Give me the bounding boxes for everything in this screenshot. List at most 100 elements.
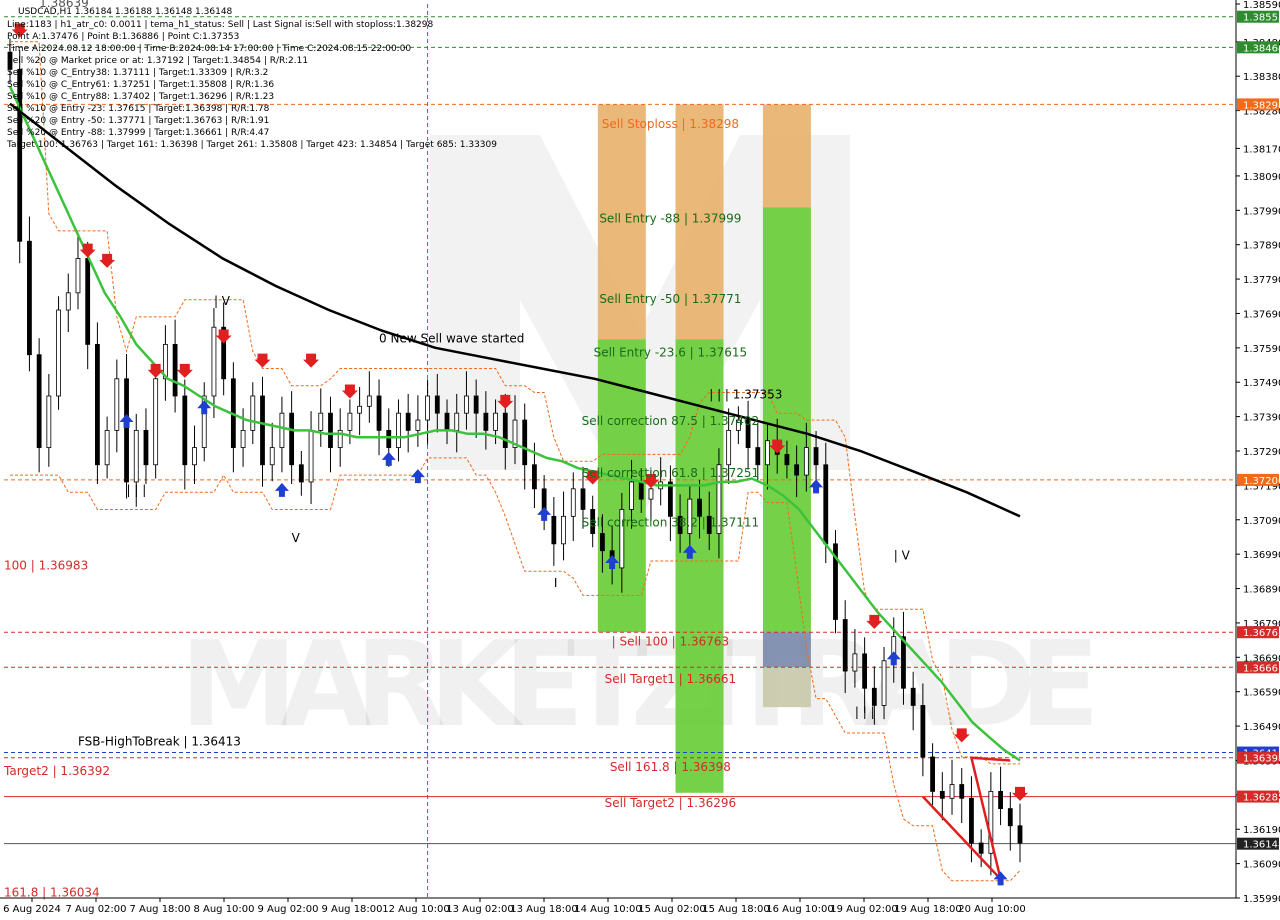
candle-body-24 <box>240 429 246 448</box>
time-tick-label-13: 19 Aug 02:00 <box>830 904 897 915</box>
candle-body-48 <box>473 395 479 414</box>
candle-body-59 <box>580 488 586 510</box>
price-tick-label-2: 1.38380 <box>1243 72 1280 83</box>
price-badge-label-8: 1.36285 <box>1243 793 1280 804</box>
time-tick-label-1: 7 Aug 02:00 <box>65 904 126 915</box>
candle-body-36 <box>357 405 363 414</box>
candle-body-86 <box>842 619 848 672</box>
candle-body-87 <box>852 653 858 672</box>
candle-body-95 <box>930 756 935 792</box>
candle-body-9 <box>95 344 100 466</box>
level-label-21: I <box>554 576 558 590</box>
candle-body-28 <box>279 412 285 448</box>
price-tick-label-6: 1.37990 <box>1243 206 1280 217</box>
candle-body-7 <box>75 258 81 294</box>
candle-body-71 <box>697 498 702 517</box>
candle-body-39 <box>386 429 392 448</box>
price-tick-label-11: 1.37490 <box>1243 378 1280 389</box>
chart-canvas: MARKETZITRADE Sell Stoploss | 1.38298Sel… <box>0 0 1280 920</box>
price-badge-label-1: 1.38464 <box>1243 43 1280 54</box>
price-axis: 1.385901.384801.383801.382801.381701.380… <box>1235 0 1280 920</box>
candle-body-18 <box>182 395 188 466</box>
level-label-8: Sell Target1 | 1.36661 <box>605 672 737 686</box>
candle-body-12 <box>124 378 129 483</box>
info-line-5: Sell %10 @ C_Entry61: 1.37251 | Target:1… <box>7 80 274 90</box>
candle-body-32 <box>318 412 324 431</box>
candle-body-19 <box>192 447 197 466</box>
candle-body-53 <box>522 419 528 466</box>
candle-body-68 <box>667 481 673 517</box>
candle-body-3 <box>36 354 42 448</box>
price-tick-label-25: 1.36090 <box>1243 860 1280 871</box>
candle-body-103 <box>1007 808 1013 827</box>
info-line-3: Sell %20 @ Market price or at: 1.37192 |… <box>7 56 308 66</box>
zone-bar-5 <box>762 104 811 208</box>
price-badge-label-9: 1.36148 <box>1243 840 1280 851</box>
price-badge-label-2: 1.38298 <box>1243 100 1280 111</box>
candle-body-13 <box>133 429 139 483</box>
candle-body-102 <box>998 791 1003 810</box>
price-tick-label-17: 1.36890 <box>1243 585 1280 596</box>
candle-body-42 <box>415 419 421 431</box>
candle-body-47 <box>464 395 469 414</box>
candle-body-30 <box>298 464 304 483</box>
candle-body-15 <box>153 378 159 466</box>
price-tick-label-5: 1.38090 <box>1243 172 1280 183</box>
time-tick-label-15: 20 Aug 10:00 <box>958 904 1025 915</box>
level-label-23: | | | <box>855 705 875 719</box>
candle-body-17 <box>172 344 178 397</box>
candle-body-94 <box>920 705 926 758</box>
level-label-20: V <box>292 531 301 545</box>
price-tick-label-20: 1.36590 <box>1243 688 1280 699</box>
price-tick-label-12: 1.37390 <box>1243 413 1280 424</box>
time-tick-label-6: 12 Aug 10:00 <box>382 904 449 915</box>
level-label-6: Sell correction 38.2 | 1.37111 <box>582 516 760 530</box>
candle-body-57 <box>561 515 566 545</box>
info-line-7: Sell %10 @ Entry -23: 1.37615 | Target:1… <box>7 104 270 114</box>
price-badge-label-7: 1.36398 <box>1243 754 1280 765</box>
candle-body-40 <box>396 412 401 448</box>
price-tick-label-26: 1.35990 <box>1243 894 1280 905</box>
candle-body-50 <box>493 412 498 431</box>
candle-body-37 <box>366 395 372 407</box>
info-line-6: Sell %10 @ C_Entry88: 1.37402 | Target:1… <box>7 92 274 102</box>
candle-body-78 <box>765 440 770 466</box>
candle-body-58 <box>570 488 576 517</box>
candle-body-10 <box>104 429 110 466</box>
time-tick-label-11: 15 Aug 18:00 <box>702 904 769 915</box>
level-label-9: Sell 161.8 | 1.36398 <box>610 760 731 774</box>
candle-body-49 <box>483 412 489 431</box>
time-tick-label-12: 16 Aug 10:00 <box>766 904 833 915</box>
time-tick-label-0: 6 Aug 2024 <box>3 904 61 915</box>
candle-body-97 <box>949 784 955 799</box>
zone-bar-6 <box>762 207 811 633</box>
candle-body-64 <box>629 481 634 510</box>
price-badge-label-5: 1.36661 <box>1243 663 1280 674</box>
candle-body-80 <box>784 454 790 466</box>
candle-body-21 <box>211 326 217 397</box>
info-line-8: Sell %20 @ Entry -50: 1.37771 | Target:1… <box>7 116 269 126</box>
candle-body-4 <box>46 395 52 448</box>
candle-body-6 <box>65 292 71 311</box>
info-line-1: Point A:1.37476 | Point B:1.36886 | Poin… <box>7 32 239 42</box>
price-tick-label-9: 1.37690 <box>1243 309 1280 320</box>
price-tick-label-21: 1.36490 <box>1243 722 1280 733</box>
candle-body-66 <box>648 488 654 500</box>
candle-body-81 <box>794 464 800 476</box>
candle-body-14 <box>143 429 149 466</box>
candle-body-92 <box>901 636 906 689</box>
time-tick-label-2: 7 Aug 18:00 <box>129 904 190 915</box>
candle-body-8 <box>85 258 91 345</box>
candle-body-26 <box>260 395 265 466</box>
candle-body-35 <box>347 412 353 431</box>
candle-body-56 <box>551 515 557 545</box>
level-label-7: | Sell 100 | 1.36763 <box>612 634 730 648</box>
candle-body-46 <box>454 412 460 431</box>
zone-bar-8 <box>762 667 811 708</box>
candle-body-93 <box>910 687 916 706</box>
price-badge-label-0: 1.38553 <box>1243 13 1280 24</box>
candle-body-65 <box>638 481 644 500</box>
candle-body-82 <box>803 447 809 476</box>
candle-body-45 <box>444 412 450 431</box>
candle-body-90 <box>881 660 887 706</box>
